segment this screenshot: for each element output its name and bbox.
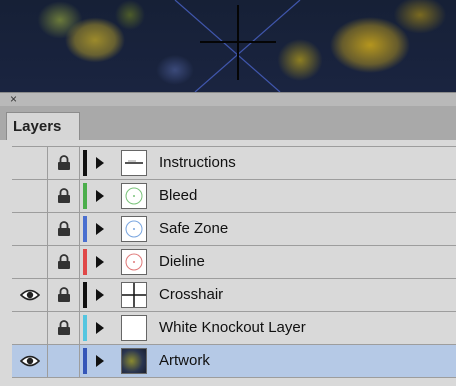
layers-list: Instructions Bleed Safe Zone Dieline Crossha… [0,140,456,386]
layer-thumbnail [121,150,147,176]
visibility-toggle[interactable] [12,180,48,212]
tab-layers[interactable]: Layers [6,112,80,140]
lock-icon [58,254,70,269]
lock-icon [58,155,70,170]
layer-thumbnail [121,348,147,374]
layer-color-swatch [83,183,87,209]
layer-name: White Knockout Layer [159,319,306,336]
lock-icon [58,188,70,203]
panel-title-strip: × [0,92,456,107]
expand-triangle-icon[interactable] [96,223,104,235]
visibility-toggle[interactable] [12,147,48,179]
panel-tab-strip: Layers [0,106,456,141]
visibility-toggle[interactable] [12,279,48,311]
visibility-toggle[interactable] [12,345,48,377]
layer-thumbnail [121,315,147,341]
layer-color-swatch [83,348,87,374]
layer-name: Crosshair [159,286,224,303]
layer-color-swatch [83,249,87,275]
lock-icon [58,221,70,236]
lock-icon [58,287,70,302]
canvas-artwork-preview [0,0,456,92]
layer-thumbnail [121,216,147,242]
lock-toggle[interactable] [48,147,80,179]
layer-name: Artwork [159,352,210,369]
lock-toggle[interactable] [48,246,80,278]
lock-toggle[interactable] [48,279,80,311]
lock-toggle[interactable] [48,345,80,377]
crosshair-guides [174,0,301,92]
layer-name: Bleed [159,187,198,204]
lock-toggle[interactable] [48,213,80,245]
close-icon[interactable]: × [10,92,17,106]
layer-color-swatch [83,150,87,176]
layer-name: Safe Zone [159,220,229,237]
expand-triangle-icon[interactable] [96,190,104,202]
visibility-toggle[interactable] [12,246,48,278]
expand-triangle-icon[interactable] [96,322,104,334]
layer-color-swatch [83,282,87,308]
layer-thumbnail [121,183,147,209]
visibility-toggle[interactable] [12,312,48,344]
layer-row[interactable]: Crosshair [12,279,456,312]
layer-row[interactable]: White Knockout Layer [12,312,456,345]
visibility-toggle[interactable] [12,213,48,245]
layer-name: Dieline [159,253,205,270]
layer-thumbnail [121,282,147,308]
layer-row[interactable]: Artwork [12,345,456,378]
lock-icon [58,320,70,335]
eye-icon [20,289,40,301]
layer-color-swatch [83,216,87,242]
expand-triangle-icon[interactable] [96,256,104,268]
expand-triangle-icon[interactable] [96,355,104,367]
lock-toggle[interactable] [48,180,80,212]
layer-row[interactable]: Safe Zone [12,213,456,246]
layer-color-swatch [83,315,87,341]
expand-triangle-icon[interactable] [96,289,104,301]
lock-toggle[interactable] [48,312,80,344]
layer-thumbnail [121,249,147,275]
expand-triangle-icon[interactable] [96,157,104,169]
layer-row[interactable]: Instructions [12,146,456,180]
layer-row[interactable]: Dieline [12,246,456,279]
layer-row[interactable]: Bleed [12,180,456,213]
layer-name: Instructions [159,154,236,171]
eye-icon [20,355,40,367]
